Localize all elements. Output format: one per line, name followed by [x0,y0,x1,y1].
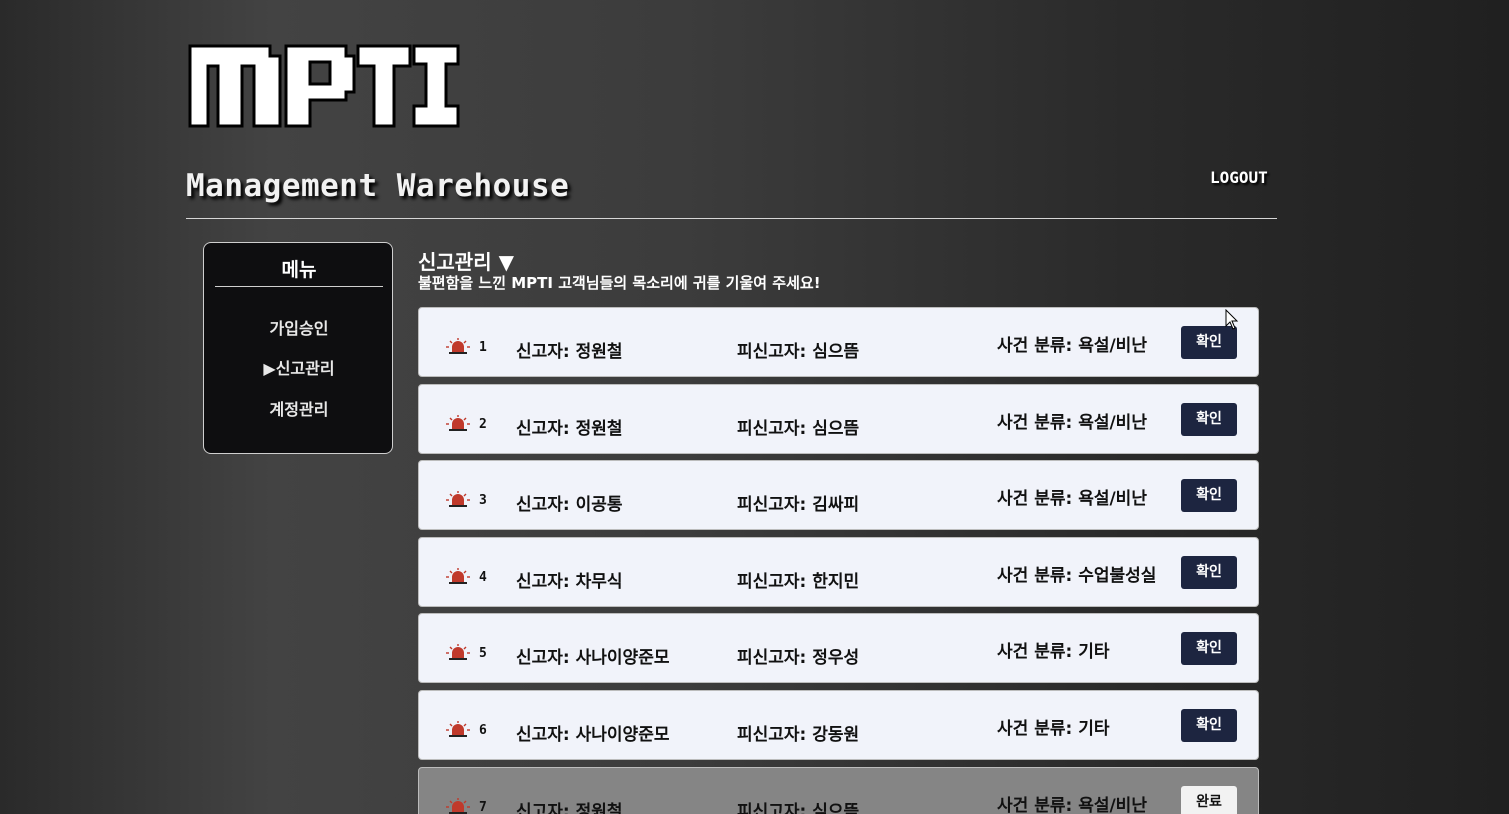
reported-name: 피신고자: 강동원 [737,724,860,745]
reported-name: 피신고자: 정우성 [737,648,860,669]
reported-name: 피신고자: 김싸피 [737,495,860,516]
sidebar-item-account-management[interactable]: 계정관리 [204,396,394,420]
incident-category: 사건 분류: 욕설/비난 [997,795,1147,814]
incident-category: 사건 분류: 수업불성실 [997,565,1157,586]
report-card: 7 신고자: 정원철 피신고자: 심으뜸 사건 분류: 욕설/비난 완료 [418,766,1259,814]
siren-icon [446,567,470,584]
confirm-button[interactable]: 확인 [1181,402,1237,436]
incident-category: 사건 분류: 기타 [997,642,1110,663]
confirm-button[interactable]: 확인 [1181,479,1237,513]
siren-icon [446,491,470,508]
incident-category: 사건 분류: 기타 [997,718,1110,739]
confirm-button[interactable]: 확인 [1181,632,1237,666]
complete-button[interactable]: 완료 [1181,785,1237,814]
report-number: 2 [479,416,487,432]
logout-button[interactable]: LOGOUT [1210,168,1268,187]
report-card: 1 신고자: 정원철 피신고자: 심으뜸 사건 분류: 욕설/비난 확인 [418,307,1259,377]
reporter-name: 신고자: 정원철 [516,801,623,814]
incident-category: 사건 분류: 욕설/비난 [997,336,1147,356]
reporter-name: 신고자: 사나이양준모 [516,648,670,669]
site-title: Management Warehouse [186,168,570,204]
incident-category: 사건 분류: 욕설/비난 [997,489,1147,510]
reporter-name: 신고자: 사나이양준모 [516,724,670,745]
sidebar-title: 메뉴 [215,255,383,287]
report-card: 5 신고자: 사나이양준모 피신고자: 정우성 사건 분류: 기타 확인 [418,613,1259,684]
report-card: 3 신고자: 이공통 피신고자: 김싸피 사건 분류: 욕설/비난 확인 [418,460,1259,531]
header-divider [186,218,1277,219]
report-number: 4 [479,569,487,585]
reporter-name: 신고자: 차무식 [516,571,623,592]
reported-name: 피신고자: 심으뜸 [737,418,860,439]
report-card: 6 신고자: 사나이양준모 피신고자: 강동원 사건 분류: 기타 확인 [418,689,1259,760]
confirm-button[interactable]: 확인 [1181,555,1237,589]
reporter-name: 신고자: 정원철 [516,418,623,439]
sidebar-menu: 메뉴 가입승인 ▶신고관리 계정관리 [203,242,393,454]
report-card: 4 신고자: 차무식 피신고자: 한지민 사건 분류: 수업불성실 확인 [418,536,1259,607]
section-title[interactable]: 신고관리 ▼ [418,246,514,275]
report-number: 6 [479,722,487,738]
reporter-name: 신고자: 정원철 [516,342,623,362]
siren-icon [446,414,470,431]
section-subtitle: 불편함을 느낀 MPTI 고객님들의 목소리에 귀를 기울여 주세요! [418,274,821,292]
report-number: 1 [479,340,487,355]
reporter-name: 신고자: 이공통 [516,495,623,516]
reported-name: 피신고자: 심으뜸 [737,801,860,814]
report-number: 5 [479,646,487,662]
incident-category: 사건 분류: 욕설/비난 [997,412,1147,433]
report-list: 1 신고자: 정원철 피신고자: 심으뜸 사건 분류: 욕설/비난 확인 2 신고자: 정원… [418,307,1259,814]
reported-name: 피신고자: 심으뜸 [737,342,860,362]
report-number: 3 [479,493,487,509]
reported-name: 피신고자: 한지민 [737,571,860,592]
sidebar-item-report-management[interactable]: ▶신고관리 [204,355,394,379]
sidebar-item-signup-approval[interactable]: 가입승인 [204,315,394,339]
mouse-cursor-icon [1225,309,1239,330]
siren-icon [446,720,470,737]
mpti-logo [188,44,460,128]
report-card: 2 신고자: 정원철 피신고자: 심으뜸 사건 분류: 욕설/비난 확인 [418,383,1259,454]
siren-icon [446,338,470,354]
siren-icon [446,797,470,814]
confirm-button[interactable]: 확인 [1181,708,1237,742]
siren-icon [446,644,470,661]
report-number: 7 [479,799,487,814]
